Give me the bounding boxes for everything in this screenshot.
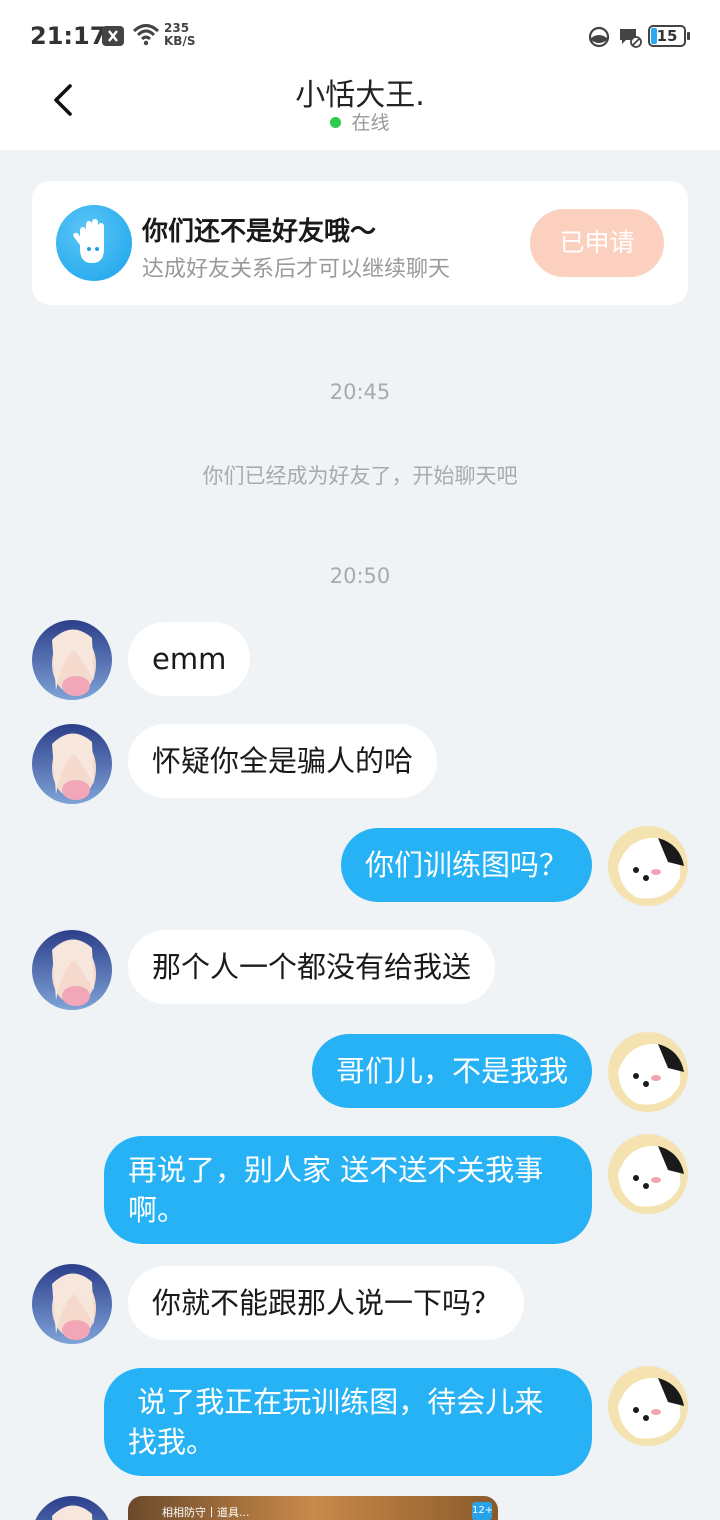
self-avatar[interactable]: [608, 1366, 688, 1446]
applied-button[interactable]: 已申请: [530, 209, 664, 277]
message-bubble-left[interactable]: 那个人一个都没有给我送: [128, 930, 496, 1004]
age-rating-badge: 12+: [472, 1502, 493, 1520]
message-bubble-left[interactable]: 你就不能跟那人说一下吗？: [128, 1266, 525, 1340]
notification-x-icon: [102, 26, 124, 46]
contact-avatar[interactable]: [32, 620, 112, 700]
self-avatar[interactable]: [608, 826, 688, 906]
system-notice: 你们已经成为好友了，开始聊天吧: [202, 464, 518, 488]
contact-avatar[interactable]: [32, 1264, 112, 1344]
message-bubble-right[interactable]: 说了我正在玩训练图，待会儿来 找我。: [104, 1368, 592, 1476]
message-line: 再说了，别人家 送不送不关我事: [128, 1153, 544, 1187]
self-avatar[interactable]: [608, 1134, 688, 1214]
do-not-disturb-icon: [588, 26, 610, 52]
net-speed-value: 235: [164, 21, 190, 35]
timestamp: 20:50: [329, 564, 391, 588]
battery-indicator: 15: [648, 25, 690, 47]
online-status-label: 在线: [351, 112, 390, 134]
self-avatar[interactable]: [608, 1032, 688, 1112]
hand-wave-icon: [56, 205, 132, 281]
friend-request-card: 你们还不是好友哦～ 达成好友关系后才可以继续聊天 已申请: [32, 181, 688, 305]
friend-card-title: 你们还不是好友哦～: [142, 217, 377, 247]
net-speed-unit: KB/S: [164, 34, 196, 48]
contact-avatar[interactable]: [32, 1496, 112, 1520]
top-header: 21:17 235 KB/S 15 小恬大王. 在线: [0, 0, 720, 150]
timestamp: 20:45: [329, 380, 391, 404]
online-status: 在线: [0, 108, 720, 135]
net-speed: 235 KB/S: [164, 22, 195, 48]
message-bubble-left[interactable]: 怀疑你全是骗人的哈: [128, 724, 438, 798]
message-bubble-right[interactable]: 你们训练图吗？: [340, 828, 592, 902]
online-dot-icon: [330, 117, 342, 128]
message-line: 找我。: [128, 1425, 216, 1459]
contact-avatar[interactable]: [32, 724, 112, 804]
message-line: 啊。: [128, 1193, 187, 1227]
status-time: 21:17: [30, 22, 107, 50]
shared-game-card[interactable]: 相相防守丨道具... 12+: [128, 1496, 498, 1520]
contact-avatar[interactable]: [32, 930, 112, 1010]
message-bubble-right[interactable]: 哥们儿，不是我我: [311, 1034, 592, 1108]
friend-card-subtitle: 达成好友关系后才可以继续聊天: [142, 257, 451, 282]
shared-card-caption: 相相防守丨道具...: [162, 1506, 250, 1519]
message-line: 说了我正在玩训练图，待会儿来: [128, 1385, 544, 1419]
message-muted-icon: [618, 26, 642, 52]
wifi-icon: [132, 22, 160, 50]
message-bubble-left[interactable]: emm: [128, 622, 251, 696]
status-bar: 21:17 235 KB/S 15: [0, 0, 720, 72]
message-bubble-right[interactable]: 再说了，别人家 送不送不关我事 啊。: [104, 1136, 592, 1244]
